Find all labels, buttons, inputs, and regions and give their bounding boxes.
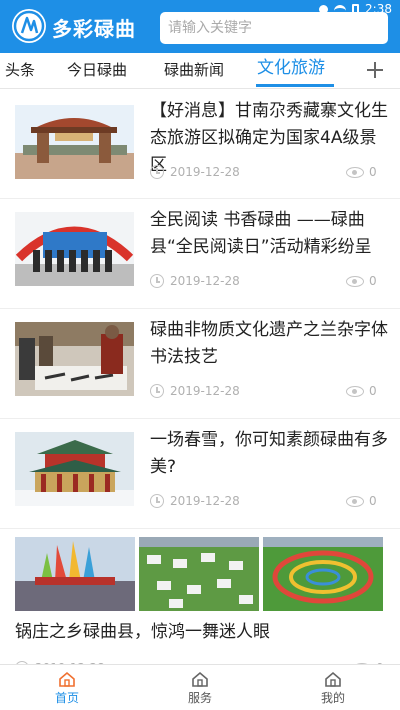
news-item[interactable]: 【好消息】甘南尕秀藏寨文化生态旅游区拟确定为国家4A级景区 2019-12-28… <box>0 89 400 199</box>
calligraphy-icon <box>15 322 134 396</box>
festival-stage-icon <box>15 537 135 611</box>
tab-culture-travel[interactable]: 文化旅游 <box>257 58 325 78</box>
app-header: 2:38 多彩碌曲 请输入关键字 <box>0 0 400 53</box>
home-icon <box>58 671 76 687</box>
add-tab-icon[interactable] <box>362 55 388 85</box>
tab-toutiao[interactable]: 头条 <box>5 60 35 80</box>
news-meta: 2019-12-28 0 <box>150 273 378 289</box>
view-count: 0 <box>369 384 377 398</box>
view-count: 0 <box>369 494 377 508</box>
news-date: 2019-12-28 <box>170 165 240 179</box>
news-meta: 2019-12-28 0 <box>150 164 378 180</box>
dance-circle-icon <box>263 537 383 611</box>
tent-field-icon <box>139 537 259 611</box>
eye-icon <box>346 276 364 287</box>
app-logo-icon <box>12 9 46 43</box>
home-icon <box>324 671 342 687</box>
eye-icon <box>346 167 364 178</box>
news-meta: 2019-12-28 0 <box>150 383 378 399</box>
tab-today[interactable]: 今日碌曲 <box>67 60 127 80</box>
gallery-images[interactable] <box>15 537 385 611</box>
home-icon <box>191 671 209 687</box>
news-date: 2019-12-28 <box>170 494 240 508</box>
active-tab-indicator <box>256 84 334 87</box>
category-tabs: 头条 今日碌曲 碌曲新闻 文化旅游 <box>0 53 400 89</box>
news-date: 2019-12-28 <box>170 384 240 398</box>
nav-home-label: 首页 <box>54 691 79 705</box>
news-item[interactable]: 碌曲非物质文化遗产之兰杂字体书法技艺 2019-12-28 0 <box>0 309 400 419</box>
app-title: 多彩碌曲 <box>52 17 136 41</box>
search-input[interactable]: 请输入关键字 <box>160 12 388 44</box>
nav-service[interactable]: 服务 <box>160 665 240 710</box>
stage-icon <box>15 212 134 286</box>
nav-mine[interactable]: 我的 <box>293 665 373 710</box>
bottom-nav: 首页 服务 我的 <box>0 664 400 710</box>
news-item[interactable]: 全民阅读 书香碌曲 ——碌曲县“全民阅读日”活动精彩纷呈 2019-12-28 … <box>0 199 400 309</box>
view-count: 0 <box>369 165 377 179</box>
gate-icon <box>15 105 134 179</box>
news-title: 全民阅读 书香碌曲 ——碌曲县“全民阅读日”活动精彩纷呈 <box>150 210 372 257</box>
gallery-title: 锅庄之乡碌曲县，惊鸿一舞迷人眼 <box>15 622 270 642</box>
temple-icon <box>15 432 134 506</box>
nav-home[interactable]: 首页 <box>27 665 107 710</box>
view-count: 0 <box>369 274 377 288</box>
clock-icon <box>150 384 164 398</box>
news-date: 2019-12-28 <box>170 274 240 288</box>
news-title: 碌曲非物质文化遗产之兰杂字体书法技艺 <box>150 320 388 367</box>
nav-mine-label: 我的 <box>320 691 345 705</box>
news-item[interactable]: 一场春雪，你可知素颜碌曲有多美? 2019-12-28 0 <box>0 419 400 529</box>
news-meta: 2019-12-28 0 <box>150 493 378 509</box>
nav-service-label: 服务 <box>187 691 212 705</box>
tab-news[interactable]: 碌曲新闻 <box>164 60 224 80</box>
clock-icon <box>150 165 164 179</box>
clock-icon <box>150 494 164 508</box>
eye-icon <box>346 386 364 397</box>
news-title: 一场春雪，你可知素颜碌曲有多美? <box>150 430 388 477</box>
eye-icon <box>346 496 364 507</box>
clock-icon <box>150 274 164 288</box>
